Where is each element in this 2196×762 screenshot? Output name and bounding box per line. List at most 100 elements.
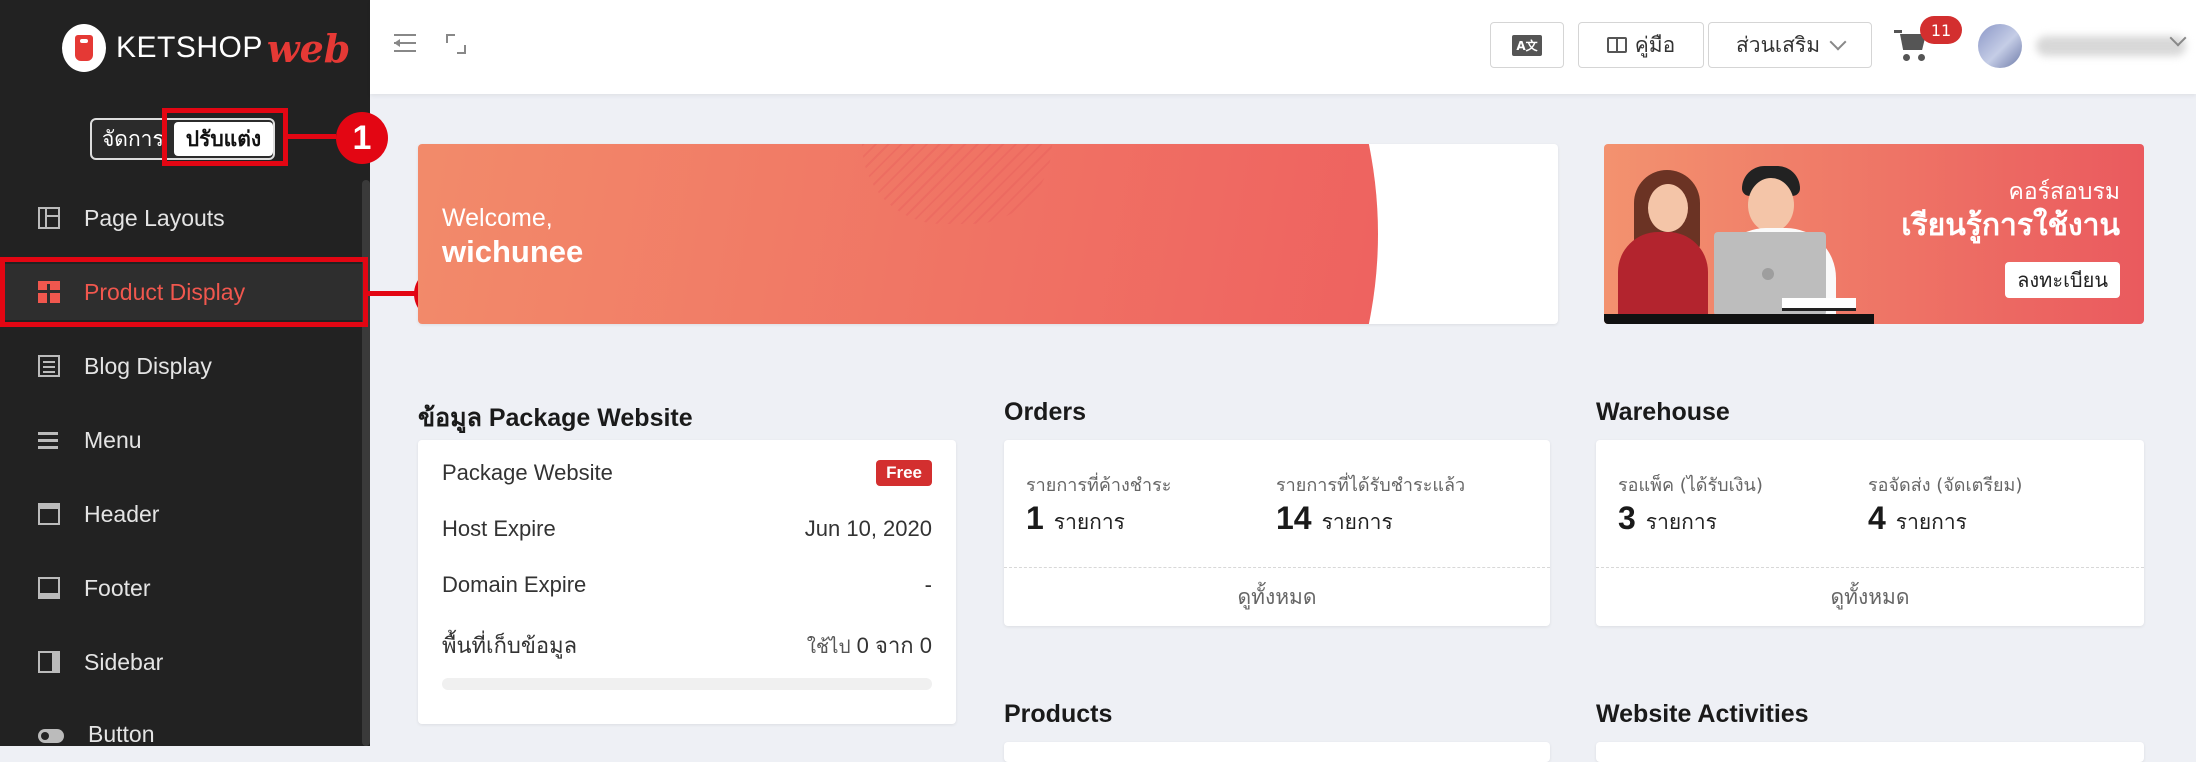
fullscreen-icon[interactable] xyxy=(446,34,466,54)
storage-row: พื้นที่เก็บข้อมูล ใช้ไป 0 จาก 0 xyxy=(442,628,932,663)
host-expire-value: Jun 10, 2020 xyxy=(804,516,932,541)
callout-box-product-display xyxy=(0,257,368,327)
warehouse-unit: รายการ xyxy=(1895,510,1967,534)
warehouse-card: รอแพ็ค (ได้รับเงิน) 3 รายการ รอจัดส่ง (จ… xyxy=(1596,440,2144,626)
warehouse-unit: รายการ xyxy=(1645,510,1717,534)
warehouse-pack-label: รอแพ็ค (ได้รับเงิน) xyxy=(1618,475,1763,496)
sidebar-item-label: Page Layouts xyxy=(84,204,225,231)
welcome-username: wichunee xyxy=(442,234,584,269)
package-row: Package Website Free xyxy=(442,460,932,486)
callout-line xyxy=(288,134,336,139)
manual-label: คู่มือ xyxy=(1634,32,1676,57)
orders-paid-value: 14 รายการ xyxy=(1276,500,1393,539)
orders-paid-label: รายการที่ได้รับชำระแล้ว xyxy=(1276,475,1466,496)
avatar[interactable] xyxy=(1978,24,2022,68)
orders-view-all-link[interactable]: ดูทั้งหมด xyxy=(1004,568,1550,626)
storage-label: พื้นที่เก็บข้อมูล xyxy=(442,633,578,658)
orders-pending-value: 1 รายการ xyxy=(1026,500,1125,539)
illustration-floor xyxy=(1604,314,1874,324)
storage-total: 0 xyxy=(919,633,932,658)
sidebar-item-page-layouts[interactable]: Page Layouts xyxy=(0,190,362,246)
host-expire-row: Host Expire Jun 10, 2020 xyxy=(442,516,932,542)
manual-button[interactable]: คู่มือ xyxy=(1578,22,1704,68)
books-icon xyxy=(1782,298,1856,311)
package-section-title: ข้อมูล Package Website xyxy=(418,404,693,432)
header-icon xyxy=(38,503,60,525)
activities-section-title: Website Activities xyxy=(1596,700,1809,728)
logo-cup-icon xyxy=(62,24,106,72)
sidebar-item-blog-display[interactable]: Blog Display xyxy=(0,338,362,394)
warehouse-view-all-link[interactable]: ดูทั้งหมด xyxy=(1596,568,2144,626)
sidebar-item-label: Header xyxy=(84,500,160,527)
collapse-menu-icon[interactable] xyxy=(394,34,416,54)
brand-name-main: KETSHOP xyxy=(116,31,263,64)
sidebar-item-sidebar[interactable]: Sidebar xyxy=(0,634,362,690)
sidebar-item-menu[interactable]: Menu xyxy=(0,412,362,468)
domain-expire-label: Domain Expire xyxy=(442,572,587,597)
warehouse-pack-count: 3 xyxy=(1618,500,1636,536)
orders-section-title: Orders xyxy=(1004,398,1086,426)
translate-icon: A文 xyxy=(1512,34,1542,56)
package-card: Package Website Free Host Expire Jun 10,… xyxy=(418,440,956,724)
book-icon xyxy=(1606,37,1627,53)
menu-icon xyxy=(38,429,60,451)
orders-pending-label: รายการที่ค้างชำระ xyxy=(1026,475,1172,496)
orders-unit: รายการ xyxy=(1053,510,1125,534)
top-bar: A文 คู่มือ ส่วนเสริม 11 xyxy=(370,0,2196,94)
storage-used-label: ใช้ไป xyxy=(806,637,851,658)
welcome-greeting: Welcome, xyxy=(442,204,553,232)
footer-icon xyxy=(38,577,60,599)
illustration-man-head xyxy=(1748,178,1794,232)
activities-card xyxy=(1596,742,2144,762)
domain-expire-row: Domain Expire - xyxy=(442,572,932,598)
sidebar-item-header[interactable]: Header xyxy=(0,486,362,542)
brand-logo[interactable]: KETSHOP web xyxy=(62,22,350,74)
chevron-down-icon xyxy=(1829,33,1847,51)
callout-line xyxy=(368,291,416,296)
addons-dropdown[interactable]: ส่วนเสริม xyxy=(1708,22,1872,68)
sidebar-item-label: Button xyxy=(88,720,155,747)
storage-progress-bar xyxy=(442,678,932,690)
callout-box-customize xyxy=(162,108,288,166)
sidebar-item-label: Sidebar xyxy=(84,648,164,675)
warehouse-ship-label: รอจัดส่ง (จัดเตรียม) xyxy=(1868,475,2023,496)
orders-paid-count: 14 xyxy=(1276,500,1312,536)
orders-pending-count: 1 xyxy=(1026,500,1044,536)
sidebar-item-button[interactable]: Button xyxy=(0,706,362,762)
page-layout-icon xyxy=(38,207,60,229)
welcome-banner: Welcome, wichunee xyxy=(418,144,1558,324)
toggle-icon xyxy=(38,729,64,743)
storage-used: 0 xyxy=(856,633,869,658)
illustration-woman-body xyxy=(1618,232,1708,324)
register-button[interactable]: ลงทะเบียน xyxy=(2005,262,2120,298)
products-section-title: Products xyxy=(1004,700,1113,728)
warehouse-ship-value: 4 รายการ xyxy=(1868,500,1967,539)
language-button[interactable]: A文 xyxy=(1490,22,1564,68)
storage-value: ใช้ไป 0 จาก 0 xyxy=(807,628,932,663)
package-label: Package Website xyxy=(442,460,613,485)
warehouse-section-title: Warehouse xyxy=(1596,398,1730,426)
username-redacted[interactable] xyxy=(2036,36,2186,56)
illustration-woman-head xyxy=(1648,184,1688,232)
sidebar-item-label: Footer xyxy=(84,574,151,601)
products-card xyxy=(1004,742,1550,762)
sidebar-item-label: Blog Display xyxy=(84,352,212,379)
cart-count-badge: 11 xyxy=(1920,16,1962,44)
brand-name-web: web xyxy=(266,25,351,71)
status-badge: Free xyxy=(876,460,932,486)
warehouse-pack-value: 3 รายการ xyxy=(1618,500,1717,539)
orders-card: รายการที่ค้างชำระ 1 รายการ รายการที่ได้ร… xyxy=(1004,440,1550,626)
orders-unit: รายการ xyxy=(1321,510,1393,534)
host-expire-label: Host Expire xyxy=(442,516,556,541)
training-promo-banner[interactable]: คอร์สอบรม เรียนรู้การใช้งาน ลงทะเบียน xyxy=(1604,144,2144,324)
callout-number-1: 1 xyxy=(336,112,388,164)
storage-of-label: จาก xyxy=(875,633,914,658)
warehouse-ship-count: 4 xyxy=(1868,500,1886,536)
sidebar-item-label: Menu xyxy=(84,426,142,453)
domain-expire-value: - xyxy=(924,572,932,597)
promo-title: เรียนรู้การใช้งาน xyxy=(1901,208,2120,243)
sidebar-item-footer[interactable]: Footer xyxy=(0,560,362,616)
addons-label: ส่วนเสริม xyxy=(1735,32,1821,57)
blog-icon xyxy=(38,355,60,377)
sidebar-icon xyxy=(38,651,60,673)
